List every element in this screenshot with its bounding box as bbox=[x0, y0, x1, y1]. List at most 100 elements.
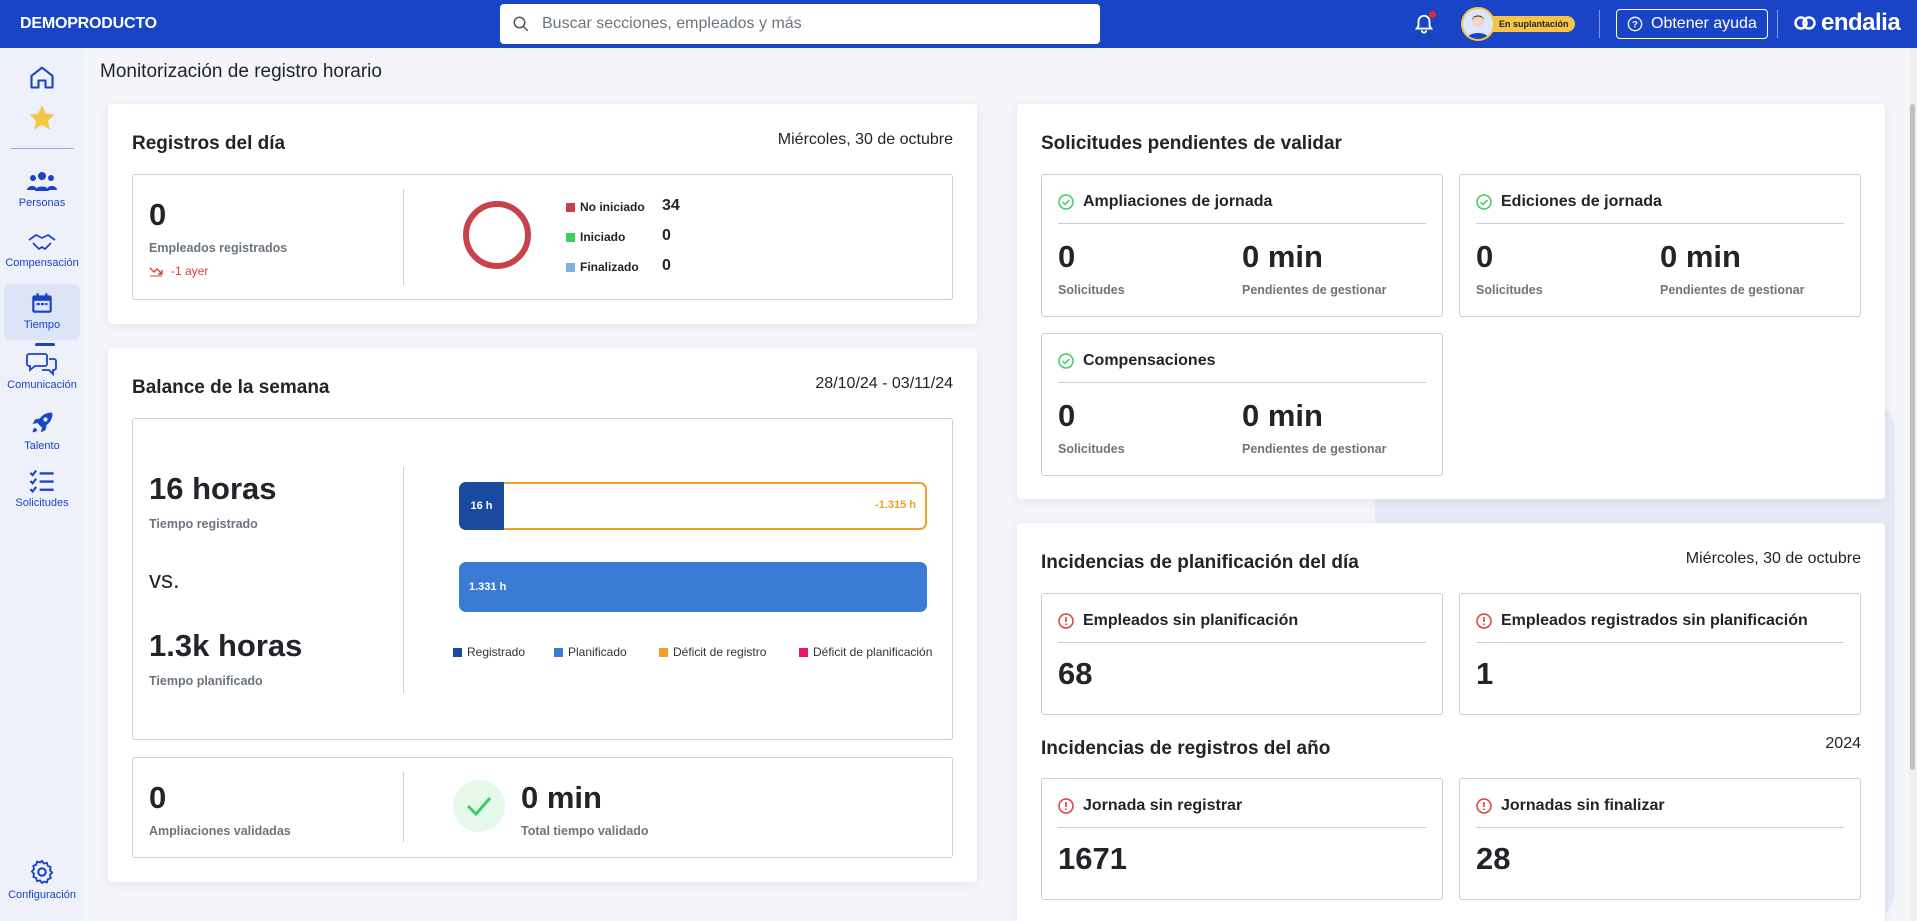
trend-text: -1 ayer bbox=[171, 264, 209, 278]
jornadas-sin-finalizar-card[interactable]: Jornadas sin finalizar 28 bbox=[1459, 778, 1861, 900]
card-header: Ediciones de jornada bbox=[1476, 193, 1662, 211]
notifications-button[interactable] bbox=[1413, 11, 1436, 41]
jornada-sin-registrar-card[interactable]: Jornada sin registrar 1671 bbox=[1041, 778, 1443, 900]
incidencias-card: Incidencias de planificación del día Mié… bbox=[1017, 523, 1885, 921]
trend-down-icon bbox=[149, 267, 163, 277]
notification-dot bbox=[1429, 11, 1436, 18]
sidebar-item-favorites[interactable] bbox=[4, 103, 80, 133]
registros-box: 0 Empleados registrados -1 ayer No inici… bbox=[132, 174, 953, 300]
incidencias-plan-date: Miércoles, 30 de octubre bbox=[1685, 550, 1861, 567]
trend-indicator: -1 ayer bbox=[149, 264, 208, 278]
help-button[interactable]: ? Obtener ayuda bbox=[1616, 9, 1768, 39]
ediciones-card[interactable]: Ediciones de jornada 0 Solicitudes 0 min… bbox=[1459, 174, 1861, 317]
legend-swatch bbox=[554, 647, 563, 657]
check-icon bbox=[466, 797, 492, 817]
divider bbox=[1058, 382, 1426, 383]
compensaciones-card[interactable]: Compensaciones 0 Solicitudes 0 min Pendi… bbox=[1041, 333, 1443, 476]
star-icon bbox=[29, 105, 55, 130]
sidebar-item-comunicacion[interactable]: Comunicación bbox=[4, 350, 80, 391]
home-icon bbox=[30, 66, 54, 89]
check-circle-icon bbox=[1058, 194, 1074, 210]
topbar-divider bbox=[1777, 10, 1778, 38]
sidebar-item-home[interactable] bbox=[4, 63, 80, 91]
scrollbar-thumb[interactable] bbox=[1910, 104, 1915, 770]
validated-box: 0 Ampliaciones validadas 0 min Total tie… bbox=[132, 757, 953, 858]
sidebar-item-solicitudes[interactable]: Solicitudes bbox=[4, 468, 80, 509]
sidebar-item-configuracion[interactable]: Configuración bbox=[4, 858, 80, 901]
alert-circle-icon bbox=[1058, 613, 1074, 629]
check-circle-icon bbox=[1476, 194, 1492, 210]
registered-label: Empleados registrados bbox=[149, 241, 288, 255]
sidebar-item-label: Configuración bbox=[8, 889, 76, 901]
legend-registrado: Registrado bbox=[453, 645, 525, 659]
search-icon bbox=[513, 16, 529, 32]
chat-icon bbox=[26, 353, 57, 376]
legend-label: Iniciado bbox=[580, 230, 626, 244]
incidencia-value: 1671 bbox=[1058, 841, 1127, 876]
registros-title: Registros del día bbox=[132, 133, 286, 154]
sidebar-item-compensacion[interactable]: Compensación bbox=[4, 230, 80, 269]
sidebar-item-tiempo[interactable]: Tiempo bbox=[4, 284, 80, 346]
gear-icon bbox=[30, 859, 54, 885]
planned-hours: 1.3k horas bbox=[149, 628, 303, 663]
card-header: Empleados sin planificación bbox=[1058, 612, 1298, 630]
registros-card: Registros del día Miércoles, 30 de octub… bbox=[108, 104, 977, 324]
sin-planificacion-card[interactable]: Empleados sin planificación 68 bbox=[1041, 593, 1443, 715]
legend-label: Finalizado bbox=[580, 260, 639, 274]
validated-check bbox=[453, 780, 505, 832]
balance-title: Balance de la semana bbox=[132, 377, 330, 398]
divider bbox=[403, 189, 404, 285]
legend-label: Planificado bbox=[568, 645, 627, 659]
deficit-bar bbox=[459, 482, 927, 530]
legend-deficit-planificacion: Déficit de planificación bbox=[799, 645, 932, 659]
registrados-sin-planificacion-card[interactable]: Empleados registrados sin planificación … bbox=[1459, 593, 1861, 715]
deficit-label: -1.315 h bbox=[875, 499, 916, 511]
sidebar-item-personas[interactable]: Personas bbox=[4, 168, 80, 209]
legend-swatch bbox=[566, 262, 575, 272]
endalia-logo-icon bbox=[1794, 16, 1816, 30]
legend-iniciado: Iniciado bbox=[566, 230, 625, 244]
pending-label: Pendientes de gestionar bbox=[1242, 442, 1387, 456]
card-title: Compensaciones bbox=[1083, 352, 1216, 369]
search-box[interactable] bbox=[500, 4, 1100, 44]
checklist-icon bbox=[29, 469, 54, 494]
legend-deficit-registro: Déficit de registro bbox=[659, 645, 766, 659]
registered-hours-label: Tiempo registrado bbox=[149, 517, 258, 531]
card-header: Empleados registrados sin planificación bbox=[1476, 612, 1808, 630]
card-title: Jornada sin registrar bbox=[1083, 797, 1243, 814]
incidencia-value: 1 bbox=[1476, 656, 1494, 691]
card-title: Empleados sin planificación bbox=[1083, 612, 1299, 629]
legend-planificado: Planificado bbox=[554, 645, 627, 659]
incidencia-value: 28 bbox=[1476, 841, 1511, 876]
incidencias-reg-year: 2024 bbox=[1825, 735, 1861, 752]
solicitudes-count: 0 bbox=[1476, 239, 1494, 274]
registered-count: 0 bbox=[149, 197, 167, 232]
svg-text:?: ? bbox=[1632, 19, 1638, 29]
alert-circle-icon bbox=[1476, 613, 1492, 629]
user-menu[interactable]: En suplantación bbox=[1461, 7, 1575, 41]
help-label: Obtener ayuda bbox=[1651, 15, 1757, 32]
people-icon bbox=[27, 172, 57, 191]
registered-bar: 16 h bbox=[459, 482, 504, 530]
impersonation-badge: En suplantación bbox=[1487, 16, 1575, 32]
registros-date: Miércoles, 30 de octubre bbox=[777, 131, 953, 148]
sidebar-item-talento[interactable]: Talento bbox=[4, 409, 80, 452]
solicitudes-count-label: Solicitudes bbox=[1476, 283, 1543, 297]
legend-swatch bbox=[453, 647, 462, 657]
card-header: Jornadas sin finalizar bbox=[1476, 797, 1665, 815]
total-validated-value: 0 min bbox=[521, 780, 602, 815]
endalia-logo[interactable]: endalia bbox=[1793, 9, 1901, 37]
pending-value: 0 min bbox=[1242, 398, 1323, 433]
sidebar: Personas Compensación Tiempo Comunicació… bbox=[0, 48, 84, 921]
balance-box: 16 horas Tiempo registrado vs. 1.3k hora… bbox=[132, 418, 953, 740]
card-header: Ampliaciones de jornada bbox=[1058, 193, 1272, 211]
solicitudes-count: 0 bbox=[1058, 239, 1076, 274]
pending-label: Pendientes de gestionar bbox=[1242, 283, 1387, 297]
search-input[interactable] bbox=[540, 14, 1080, 34]
company-name[interactable]: DEMOPRODUCTO bbox=[20, 15, 500, 33]
balance-range: 28/10/24 - 03/11/24 bbox=[815, 375, 953, 392]
legend-label: Registrado bbox=[467, 645, 526, 659]
divider bbox=[403, 467, 404, 693]
balance-card: Balance de la semana 28/10/24 - 03/11/24… bbox=[108, 348, 977, 882]
ampliaciones-card[interactable]: Ampliaciones de jornada 0 Solicitudes 0 … bbox=[1041, 174, 1443, 317]
